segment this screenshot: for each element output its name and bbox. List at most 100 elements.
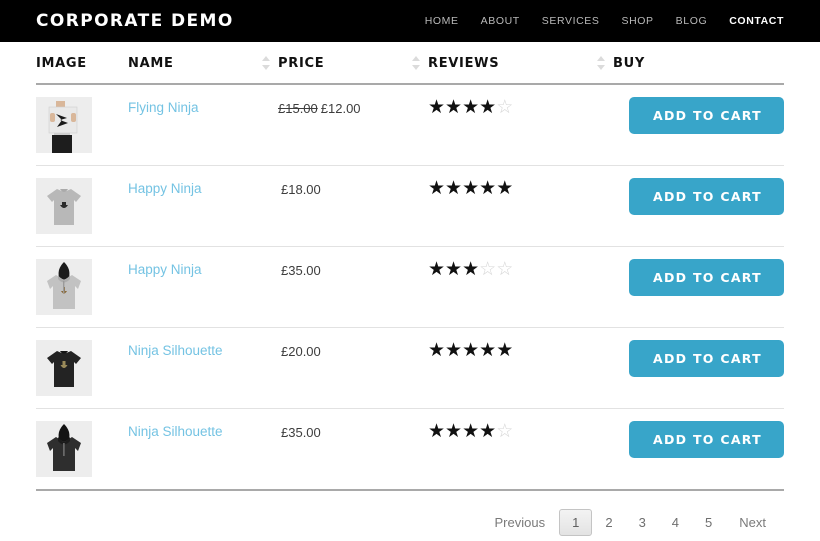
cell-price: £35.00	[278, 246, 428, 328]
product-price-current: £35.00	[281, 425, 321, 440]
star-icon: ★	[479, 340, 497, 361]
product-price: £15.00 £12.00	[278, 97, 428, 116]
nav-item-shop[interactable]: SHOP	[622, 15, 654, 27]
star-icon: ★	[462, 421, 480, 442]
column-header-buy: BUY	[613, 42, 784, 85]
product-price-current: £18.00	[281, 182, 321, 197]
cell-buy: ADD TO CART	[613, 246, 784, 328]
column-header-price-label: PRICE	[278, 56, 325, 71]
products-table-body: Flying Ninja £15.00 £12.00 ★★★★☆ ADD TO C…	[36, 84, 784, 491]
pagination-page-4[interactable]: 4	[659, 509, 692, 536]
star-icon: ★	[428, 97, 446, 118]
table-row: Happy Ninja £18.00 ★★★★★ ADD TO CART	[36, 165, 784, 247]
nav-item-contact[interactable]: CONTACT	[729, 15, 784, 27]
rating-stars: ★★★☆☆	[428, 259, 613, 279]
product-name-link[interactable]: Flying Ninja	[128, 97, 199, 115]
table-row: Happy Ninja £35.00 ★★★☆☆ ADD TO CART	[36, 246, 784, 328]
product-price: £20.00	[278, 340, 428, 359]
cell-reviews: ★★★★★	[428, 327, 613, 409]
add-to-cart-button[interactable]: ADD TO CART	[628, 421, 784, 458]
cell-image	[36, 327, 128, 409]
cell-name: Ninja Silhouette	[128, 408, 278, 491]
product-name-link[interactable]: Happy Ninja	[128, 178, 202, 196]
cell-name: Happy Ninja	[128, 165, 278, 247]
cell-image	[36, 165, 128, 247]
star-icon: ★	[496, 340, 514, 361]
black-tshirt-thumbnail[interactable]	[36, 340, 92, 396]
star-icon: ★	[445, 340, 463, 361]
page-root: CORPORATE DEMO HOME ABOUT SERVICES SHOP …	[0, 0, 820, 541]
star-icon: ★	[445, 259, 463, 280]
cell-price: £18.00	[278, 165, 428, 247]
column-header-price[interactable]: PRICE	[278, 42, 428, 85]
pagination-page-3[interactable]: 3	[626, 509, 659, 536]
grey-tshirt-thumbnail[interactable]	[36, 178, 92, 234]
pagination: Previous 1 2 3 4 5 Next	[0, 491, 820, 536]
star-icon: ★	[445, 97, 463, 118]
cell-buy: ADD TO CART	[613, 408, 784, 491]
site-header: CORPORATE DEMO HOME ABOUT SERVICES SHOP …	[0, 0, 820, 42]
add-to-cart-button[interactable]: ADD TO CART	[628, 340, 784, 377]
column-header-reviews[interactable]: REVIEWS	[428, 42, 613, 85]
pagination-page-1[interactable]: 1	[559, 509, 593, 536]
star-icon: ★	[445, 421, 463, 442]
grey-hoodie-thumbnail[interactable]	[36, 259, 92, 315]
column-header-image: IMAGE	[36, 42, 128, 85]
table-row: Flying Ninja £15.00 £12.00 ★★★★☆ ADD TO C…	[36, 84, 784, 166]
nav-item-blog[interactable]: BLOG	[676, 15, 708, 27]
nav-item-home[interactable]: HOME	[425, 15, 459, 27]
add-to-cart-button[interactable]: ADD TO CART	[628, 259, 784, 296]
nav-item-about[interactable]: ABOUT	[481, 15, 520, 27]
sort-arrows-icon[interactable]	[262, 55, 270, 70]
cell-image	[36, 84, 128, 166]
site-logo[interactable]: CORPORATE DEMO	[36, 11, 234, 31]
star-icon: ★	[428, 259, 446, 280]
pagination-next[interactable]: Next	[725, 509, 780, 536]
star-icon: ★	[428, 178, 446, 199]
cell-reviews: ★★★☆☆	[428, 246, 613, 328]
nav-item-services[interactable]: SERVICES	[542, 15, 600, 27]
product-price-current: £20.00	[281, 344, 321, 359]
cell-name: Ninja Silhouette	[128, 327, 278, 409]
product-price: £35.00	[278, 421, 428, 440]
table-header-row: IMAGE NAME PRICE REVIEWS BUY	[36, 42, 784, 85]
sort-arrows-icon[interactable]	[412, 55, 420, 70]
star-icon: ★	[496, 178, 514, 199]
product-price-original: £15.00	[278, 101, 318, 116]
cell-price: £20.00	[278, 327, 428, 409]
add-to-cart-button[interactable]: ADD TO CART	[628, 97, 784, 134]
add-to-cart-button[interactable]: ADD TO CART	[628, 178, 784, 215]
cell-buy: ADD TO CART	[613, 84, 784, 166]
star-icon: ★	[428, 421, 446, 442]
cell-image	[36, 246, 128, 328]
cell-image	[36, 408, 128, 491]
product-price-current: £35.00	[281, 263, 321, 278]
product-name-link[interactable]: Ninja Silhouette	[128, 340, 223, 358]
star-icon: ★	[445, 178, 463, 199]
poster-ninja-thumbnail[interactable]	[36, 97, 92, 153]
main-nav: HOME ABOUT SERVICES SHOP BLOG CONTACT	[425, 15, 784, 27]
pagination-page-2[interactable]: 2	[592, 509, 625, 536]
rating-stars: ★★★★☆	[428, 421, 613, 441]
pagination-page-5[interactable]: 5	[692, 509, 725, 536]
cell-buy: ADD TO CART	[613, 327, 784, 409]
star-icon: ★	[479, 97, 497, 118]
column-header-name[interactable]: NAME	[128, 42, 278, 85]
products-table: IMAGE NAME PRICE REVIEWS BUY Flying Ninj…	[36, 42, 784, 491]
cell-reviews: ★★★★★	[428, 165, 613, 247]
rating-stars: ★★★★★	[428, 178, 613, 198]
star-icon: ★	[428, 340, 446, 361]
product-name-link[interactable]: Ninja Silhouette	[128, 421, 223, 439]
sort-arrows-icon[interactable]	[597, 55, 605, 70]
star-icon: ☆	[479, 259, 497, 280]
cell-price: £15.00 £12.00	[278, 84, 428, 166]
black-hoodie-thumbnail[interactable]	[36, 421, 92, 477]
product-name-link[interactable]: Happy Ninja	[128, 259, 202, 277]
star-icon: ★	[462, 178, 480, 199]
cell-buy: ADD TO CART	[613, 165, 784, 247]
column-header-reviews-label: REVIEWS	[428, 56, 500, 71]
column-header-name-label: NAME	[128, 56, 174, 71]
pagination-previous[interactable]: Previous	[481, 509, 560, 536]
rating-stars: ★★★★★	[428, 340, 613, 360]
star-icon: ★	[462, 97, 480, 118]
